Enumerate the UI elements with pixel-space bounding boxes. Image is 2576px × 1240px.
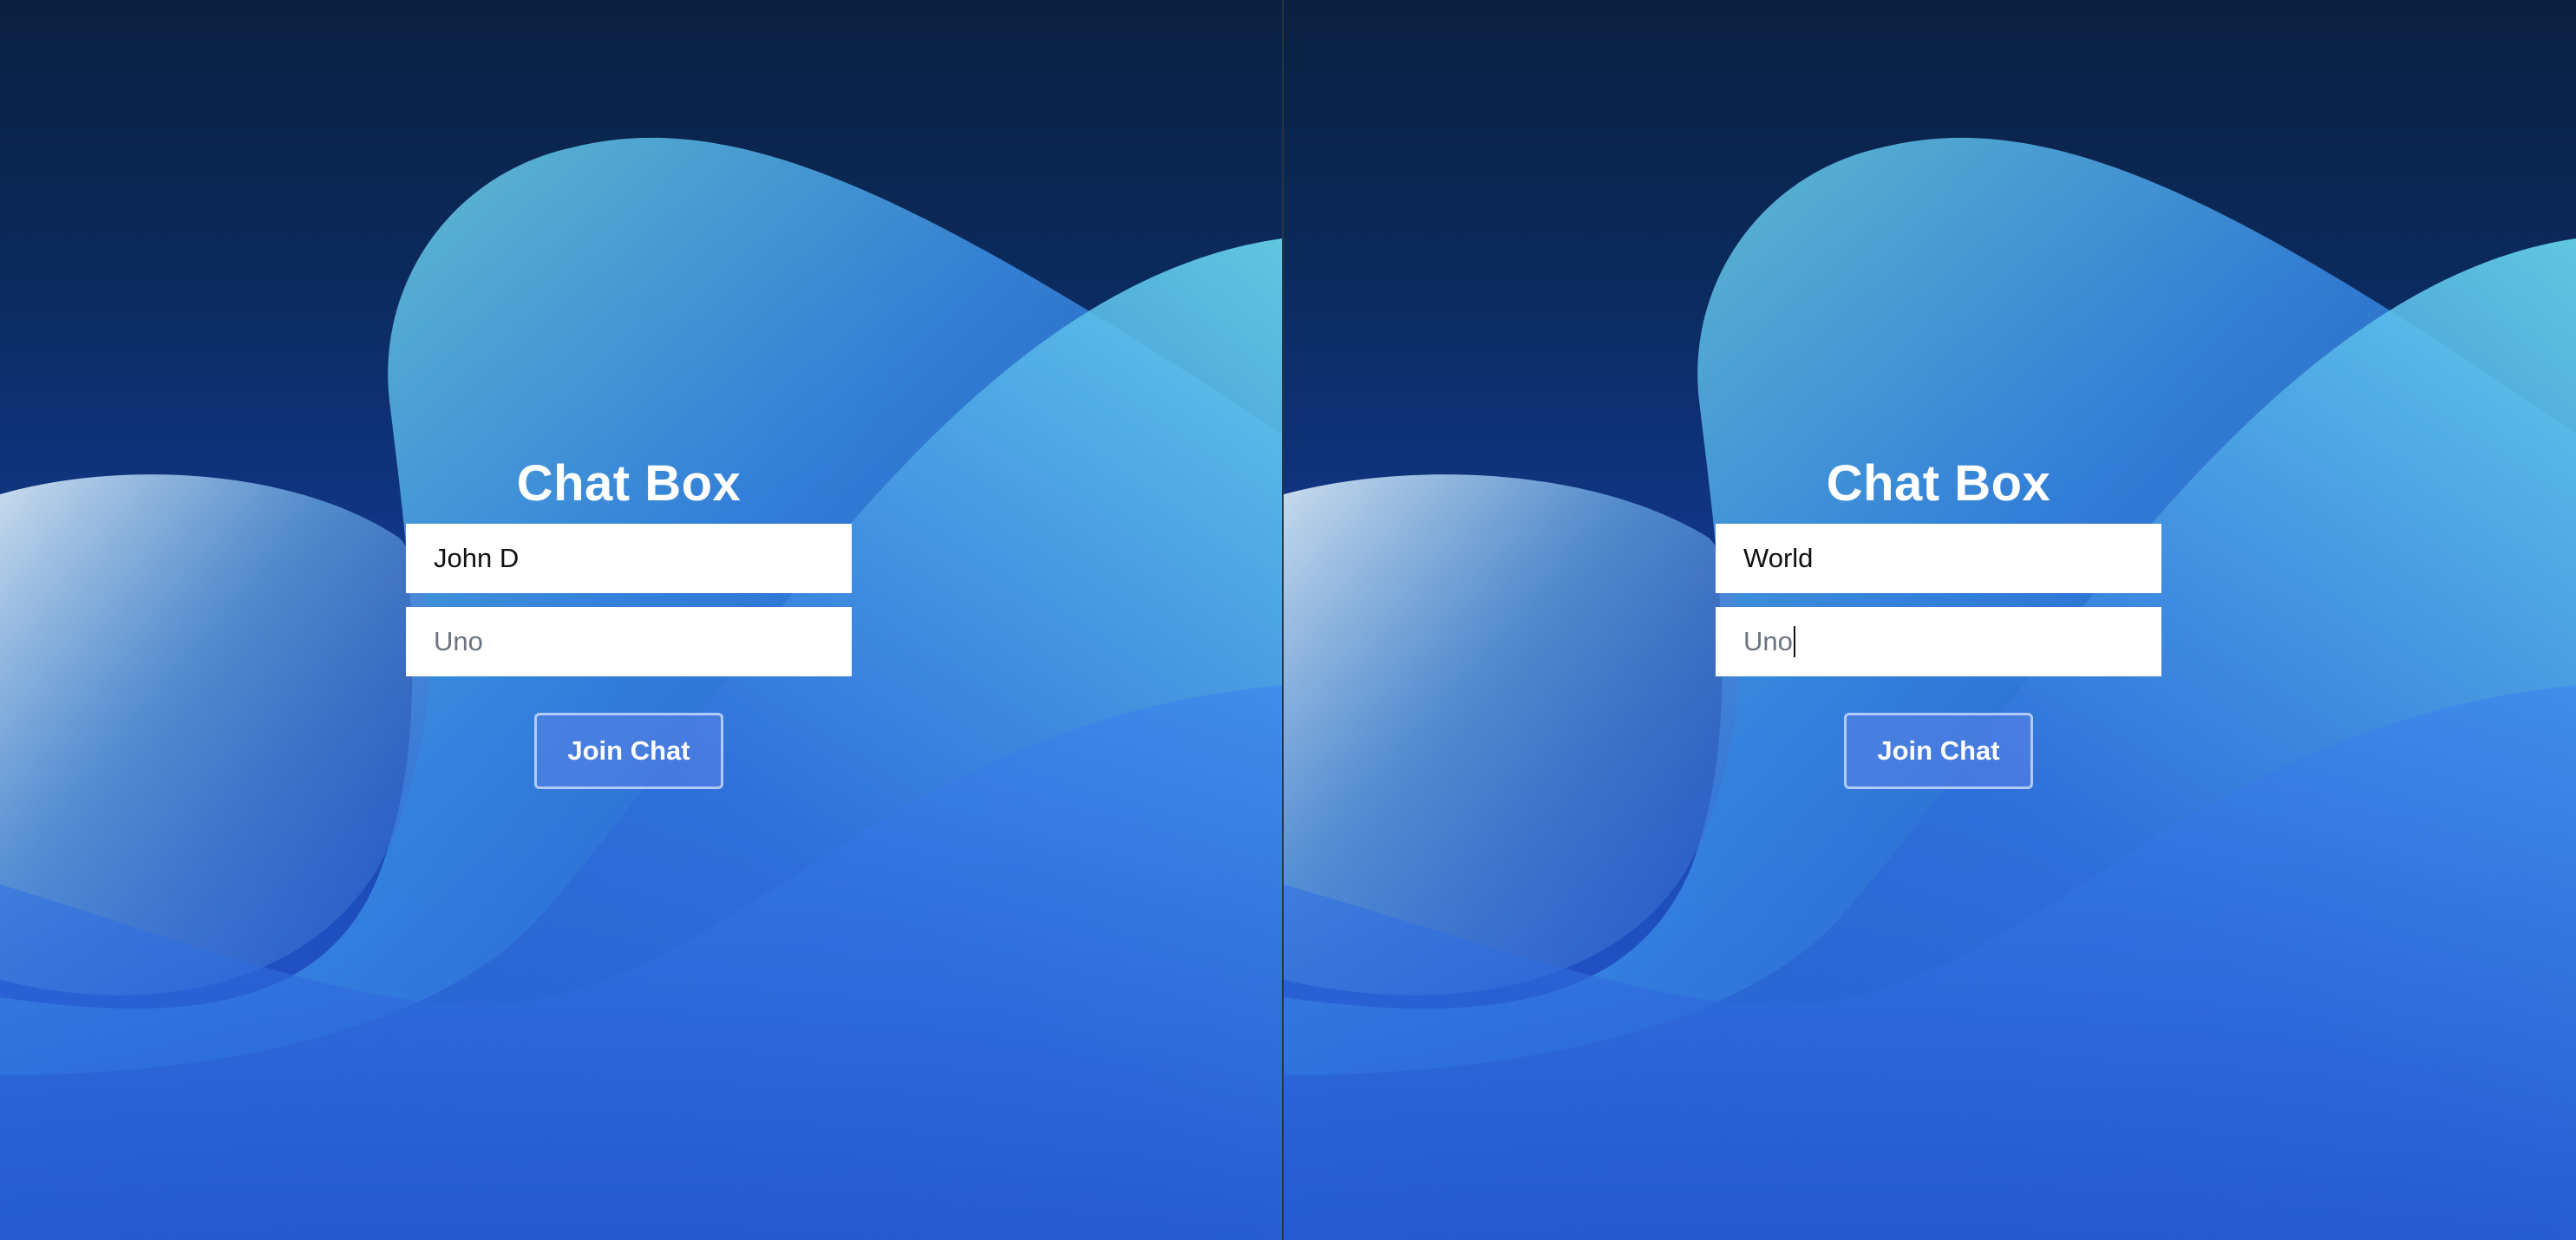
join-chat-form: Chat Box John D Uno Join Chat bbox=[406, 451, 852, 789]
username-value: World bbox=[1743, 543, 1814, 573]
page-title: Chat Box bbox=[516, 455, 742, 512]
username-input[interactable]: World bbox=[1716, 524, 2161, 593]
dual-window-screen: Chat Box John D Uno Join Chat Chat Box W… bbox=[0, 0, 2576, 1240]
room-placeholder: Uno bbox=[434, 626, 483, 656]
username-value: John D bbox=[434, 543, 520, 573]
room-placeholder: Uno bbox=[1743, 626, 1793, 656]
right-browser-pane: Chat Box World Uno Join Chat bbox=[1284, 0, 2576, 1240]
username-input[interactable]: John D bbox=[406, 524, 852, 593]
room-input[interactable]: Uno bbox=[1716, 607, 2161, 676]
join-chat-button[interactable]: Join Chat bbox=[534, 713, 723, 789]
room-input[interactable]: Uno bbox=[406, 607, 852, 676]
join-chat-button[interactable]: Join Chat bbox=[1844, 713, 2033, 789]
left-browser-pane: Chat Box John D Uno Join Chat bbox=[0, 0, 1282, 1240]
join-chat-form: Chat Box World Uno Join Chat bbox=[1716, 451, 2161, 789]
page-title: Chat Box bbox=[1826, 455, 2051, 512]
text-caret bbox=[1793, 626, 1795, 657]
